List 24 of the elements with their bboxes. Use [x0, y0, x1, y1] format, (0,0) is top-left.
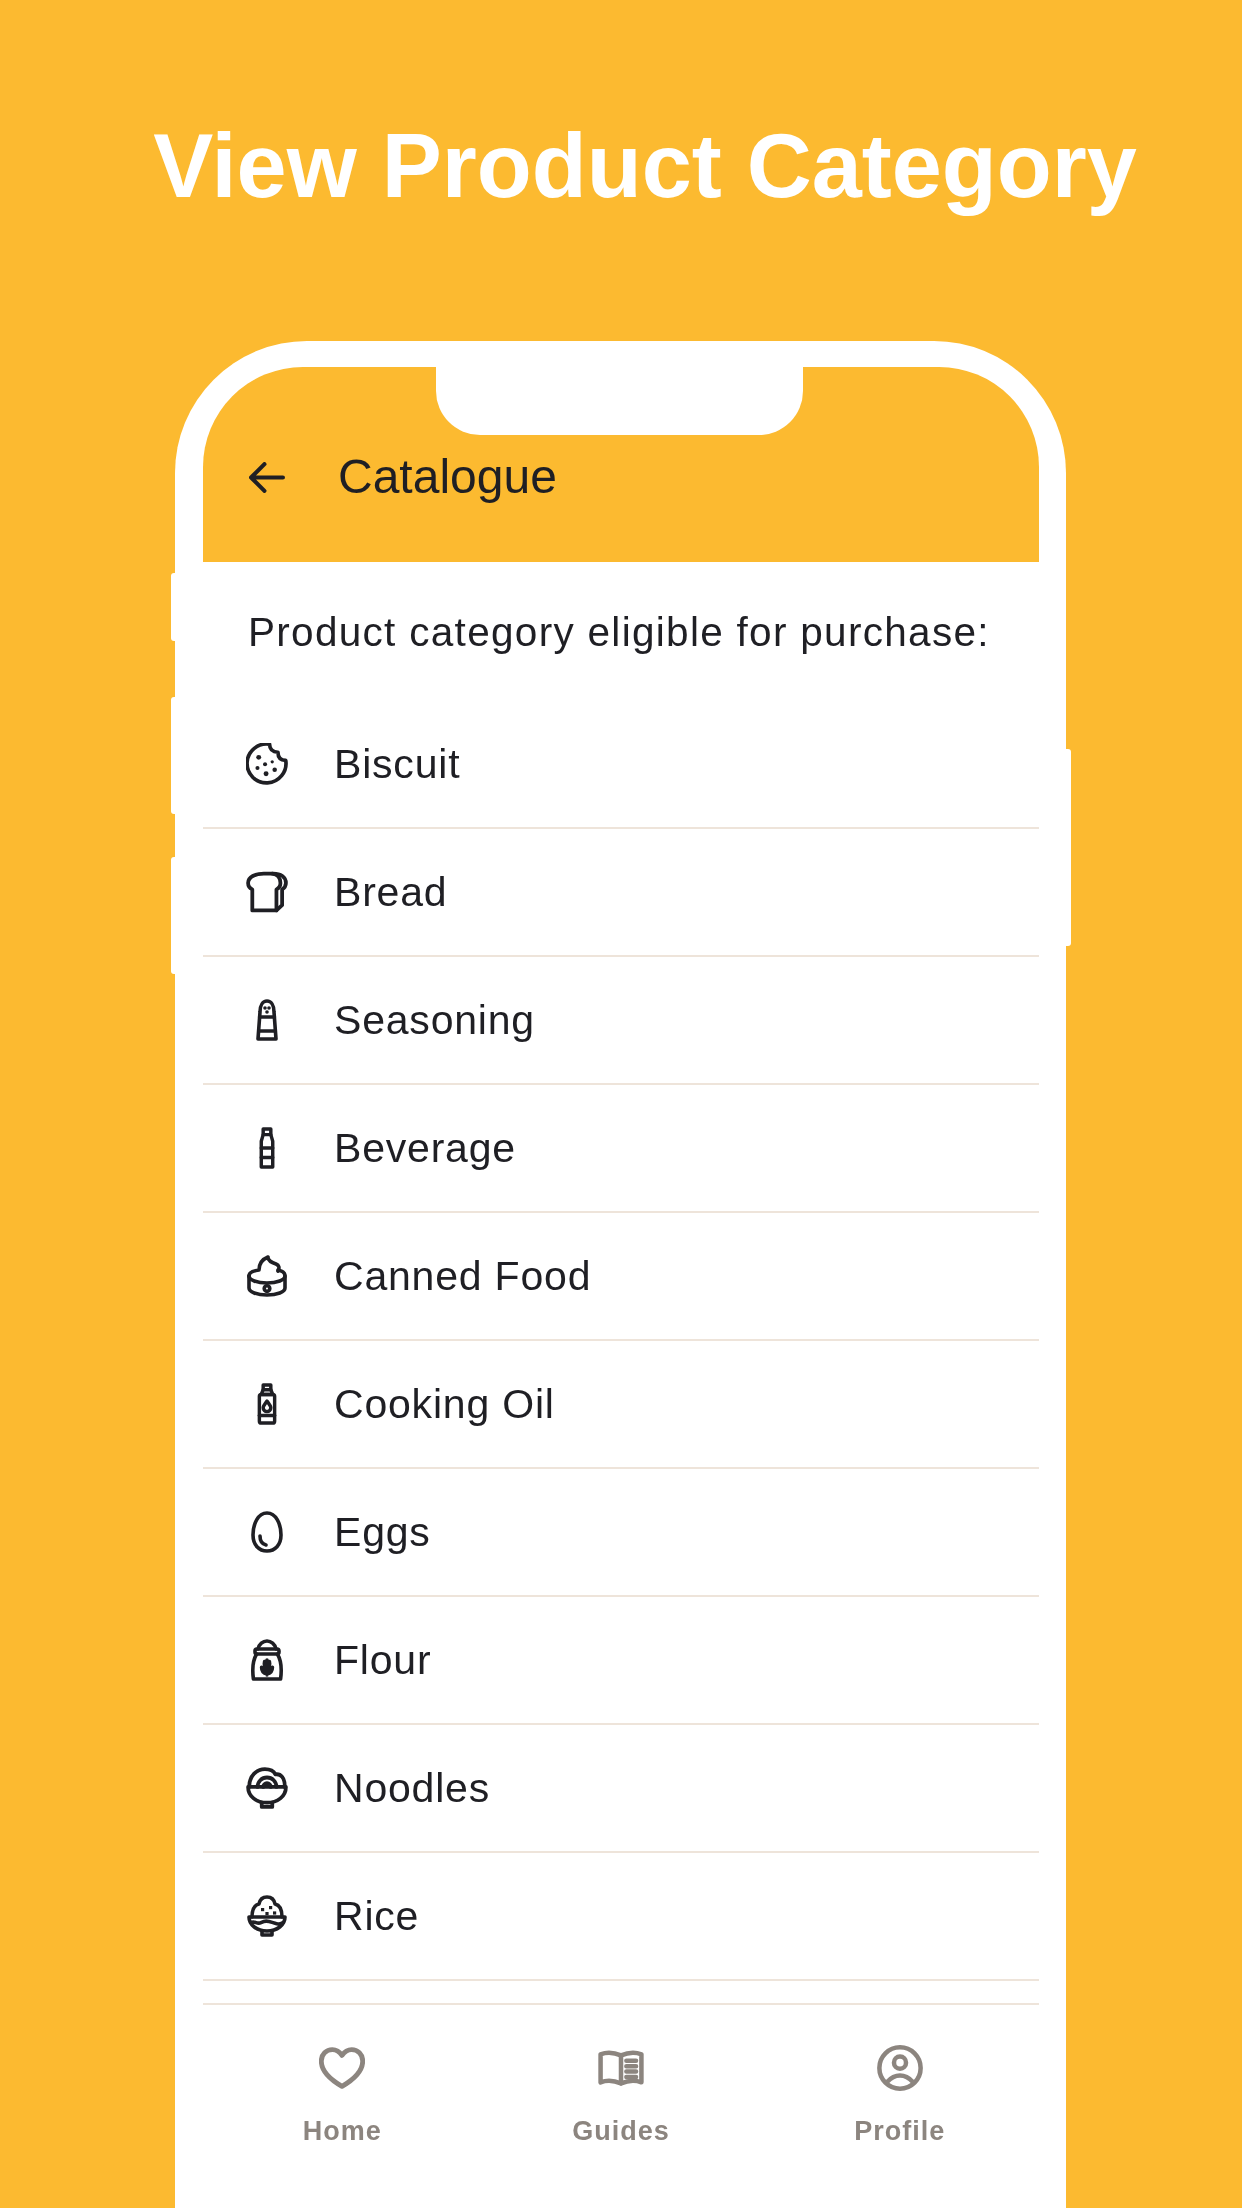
bottom-nav-item[interactable]: Profile — [854, 2005, 946, 2147]
app-bar-title: Catalogue — [338, 449, 557, 505]
rice-bowl-icon — [246, 1895, 288, 1937]
user-circle-icon — [876, 2045, 923, 2091]
category-item[interactable]: Biscuit — [203, 701, 1039, 829]
bottom-nav-item[interactable]: Guides — [572, 2005, 670, 2147]
can-icon — [246, 1255, 288, 1297]
category-item[interactable]: Bread — [203, 829, 1039, 957]
category-item[interactable]: Canned Food — [203, 1213, 1039, 1341]
arrow-left-icon — [249, 461, 285, 493]
category-item[interactable]: Rice — [203, 1853, 1039, 1981]
bottom-nav-item[interactable]: Home — [302, 2005, 382, 2147]
cookie-icon — [246, 743, 288, 785]
category-item[interactable]: Seasoning — [203, 957, 1039, 1085]
intro-text: Product category eligible for purchase: — [248, 608, 990, 656]
category-item[interactable]: Cooking Oil — [203, 1341, 1039, 1469]
heart-icon — [319, 2045, 366, 2091]
page-heading: View Product Category — [152, 115, 1138, 218]
category-item[interactable]: Flour — [203, 1597, 1039, 1725]
category-item[interactable]: Beverage — [203, 1085, 1039, 1213]
category-item[interactable]: Noodles — [203, 1725, 1039, 1853]
noodle-bowl-icon — [246, 1767, 288, 1809]
category-item[interactable]: Eggs — [203, 1469, 1039, 1597]
bread-icon — [246, 871, 288, 913]
